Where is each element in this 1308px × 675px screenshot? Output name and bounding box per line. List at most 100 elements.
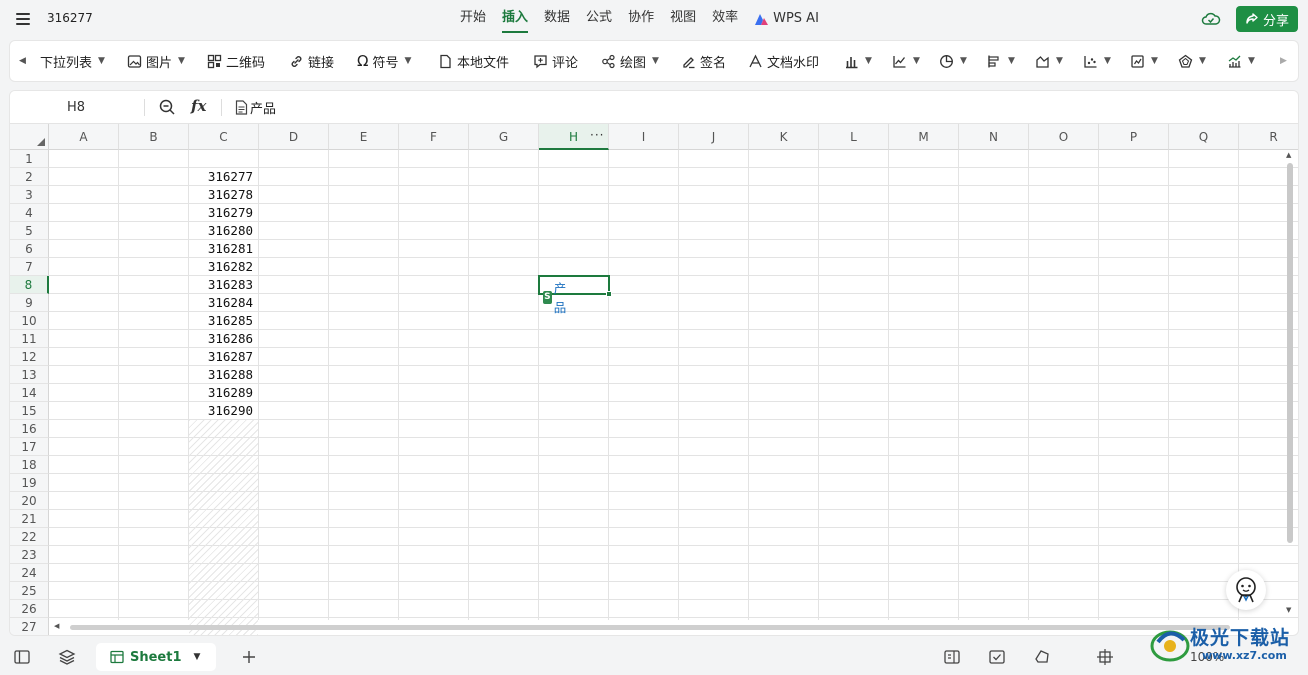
sparkline-button[interactable]: ▼ bbox=[1227, 41, 1255, 81]
layers-icon[interactable] bbox=[58, 648, 76, 666]
link-button[interactable]: 链接 bbox=[289, 41, 334, 81]
freeze-panes-icon[interactable] bbox=[1096, 648, 1114, 666]
row-header-12[interactable]: 12 bbox=[10, 348, 49, 366]
pie-chart-button[interactable]: ▼ bbox=[939, 41, 967, 81]
tab-formula[interactable]: 公式 bbox=[578, 0, 620, 38]
tab-start[interactable]: 开始 bbox=[452, 0, 494, 38]
column-header-e[interactable]: E bbox=[329, 124, 399, 150]
row-header-5[interactable]: 5 bbox=[10, 222, 49, 240]
cell-c5[interactable]: 316280 bbox=[189, 222, 255, 240]
cloud-tools-icon[interactable] bbox=[1033, 648, 1051, 666]
row-header-4[interactable]: 4 bbox=[10, 204, 49, 222]
chevron-down-icon[interactable]: ▼ bbox=[194, 652, 201, 662]
picture-button[interactable]: 图片 ▼ bbox=[127, 41, 185, 81]
horizontal-scroll-thumb[interactable] bbox=[70, 625, 1230, 630]
scroll-up-arrow-icon[interactable]: ▲ bbox=[1286, 151, 1291, 159]
formula-content[interactable]: 产品 bbox=[235, 98, 276, 117]
column-header-g[interactable]: G bbox=[469, 124, 539, 150]
column-header-i[interactable]: I bbox=[609, 124, 679, 150]
drawing-button[interactable]: 绘图 ▼ bbox=[601, 41, 659, 81]
select-all-corner[interactable] bbox=[10, 124, 49, 150]
row-header-27[interactable]: 27 bbox=[10, 618, 49, 635]
horizontal-bar-chart-button[interactable]: ▼ bbox=[987, 41, 1015, 81]
column-header-l[interactable]: L bbox=[819, 124, 889, 150]
cell-c4[interactable]: 316279 bbox=[189, 204, 255, 222]
cell-c3[interactable]: 316278 bbox=[189, 186, 255, 204]
scroll-down-arrow-icon[interactable]: ▼ bbox=[1286, 606, 1291, 614]
row-header-14[interactable]: 14 bbox=[10, 384, 49, 402]
column-header-p[interactable]: P bbox=[1099, 124, 1169, 150]
row-header-6[interactable]: 6 bbox=[10, 240, 49, 258]
cloud-saved-icon[interactable] bbox=[1201, 9, 1221, 29]
column-menu-icon[interactable]: ··· bbox=[590, 128, 604, 142]
sheet-tab-sheet1[interactable]: Sheet1 ▼ bbox=[96, 643, 216, 671]
cell-c7[interactable]: 316282 bbox=[189, 258, 255, 276]
row-header-1[interactable]: 1 bbox=[10, 150, 49, 168]
row-header-23[interactable]: 23 bbox=[10, 546, 49, 564]
row-header-24[interactable]: 24 bbox=[10, 564, 49, 582]
column-header-a[interactable]: A bbox=[49, 124, 119, 150]
column-header-o[interactable]: O bbox=[1029, 124, 1099, 150]
area-chart-button[interactable]: ▼ bbox=[1035, 41, 1063, 81]
cell-c2[interactable]: 316277 bbox=[189, 168, 255, 186]
cell-c11[interactable]: 316286 bbox=[189, 330, 255, 348]
column-header-b[interactable]: B bbox=[119, 124, 189, 150]
tab-efficiency[interactable]: 效率 bbox=[704, 0, 746, 38]
comment-button[interactable]: 评论 bbox=[533, 41, 578, 81]
column-header-c[interactable]: C bbox=[189, 124, 259, 150]
cell-c6[interactable]: 316281 bbox=[189, 240, 255, 258]
row-header-26[interactable]: 26 bbox=[10, 600, 49, 618]
vertical-scrollbar[interactable]: ▲ ▼ bbox=[1286, 151, 1293, 621]
tab-collaborate[interactable]: 协作 bbox=[620, 0, 662, 38]
row-header-13[interactable]: 13 bbox=[10, 366, 49, 384]
column-header-r[interactable]: R bbox=[1239, 124, 1298, 150]
row-header-25[interactable]: 25 bbox=[10, 582, 49, 600]
line-chart-button[interactable]: ▼ bbox=[892, 41, 920, 81]
cell-c13[interactable]: 316288 bbox=[189, 366, 255, 384]
toolbar-scroll-right-button[interactable]: ▶ bbox=[1280, 41, 1287, 81]
row-header-9[interactable]: 9 bbox=[10, 294, 49, 312]
column-header-m[interactable]: M bbox=[889, 124, 959, 150]
row-header-3[interactable]: 3 bbox=[10, 186, 49, 204]
column-header-q[interactable]: Q bbox=[1169, 124, 1239, 150]
row-header-22[interactable]: 22 bbox=[10, 528, 49, 546]
qrcode-button[interactable]: 二维码 bbox=[207, 41, 265, 81]
more-charts-button[interactable]: ▼ bbox=[1130, 41, 1158, 81]
row-header-18[interactable]: 18 bbox=[10, 456, 49, 474]
share-button[interactable]: 分享 bbox=[1236, 6, 1298, 32]
row-header-2[interactable]: 2 bbox=[10, 168, 49, 186]
assistant-avatar-button[interactable] bbox=[1226, 570, 1266, 610]
scatter-chart-button[interactable]: ▼ bbox=[1083, 41, 1111, 81]
column-header-d[interactable]: D bbox=[259, 124, 329, 150]
tab-data[interactable]: 数据 bbox=[536, 0, 578, 38]
cell-c9[interactable]: 316284 bbox=[189, 294, 255, 312]
vertical-scroll-thumb[interactable] bbox=[1287, 163, 1293, 543]
cell-h8[interactable]: S 产品 bbox=[543, 278, 571, 316]
cell-c10[interactable]: 316285 bbox=[189, 312, 255, 330]
cell-c14[interactable]: 316289 bbox=[189, 384, 255, 402]
cell-c15[interactable]: 316290 bbox=[189, 402, 255, 420]
row-header-17[interactable]: 17 bbox=[10, 438, 49, 456]
column-header-j[interactable]: J bbox=[679, 124, 749, 150]
cell-c8[interactable]: 316283 bbox=[189, 276, 255, 294]
hamburger-menu-icon[interactable] bbox=[14, 10, 32, 28]
sidebar-toggle-icon[interactable] bbox=[13, 648, 31, 666]
signature-button[interactable]: 签名 bbox=[681, 41, 726, 81]
row-header-15[interactable]: 15 bbox=[10, 402, 49, 420]
local-file-button[interactable]: 本地文件 bbox=[438, 41, 509, 81]
zoom-out-icon[interactable] bbox=[158, 98, 176, 116]
row-header-11[interactable]: 11 bbox=[10, 330, 49, 348]
row-header-20[interactable]: 20 bbox=[10, 492, 49, 510]
tab-insert[interactable]: 插入 bbox=[494, 0, 536, 38]
radar-chart-button[interactable]: ▼ bbox=[1178, 41, 1206, 81]
check-table-icon[interactable] bbox=[988, 648, 1006, 666]
dropdown-list-button[interactable]: 下拉列表 ▼ bbox=[40, 41, 105, 81]
symbol-button[interactable]: Ω 符号 ▼ bbox=[357, 41, 411, 81]
row-header-8[interactable]: 8 bbox=[10, 276, 49, 294]
add-sheet-icon[interactable] bbox=[240, 648, 258, 666]
row-header-21[interactable]: 21 bbox=[10, 510, 49, 528]
tab-view[interactable]: 视图 bbox=[662, 0, 704, 38]
scroll-left-arrow-icon[interactable]: ◀ bbox=[54, 622, 59, 630]
cell-c12[interactable]: 316287 bbox=[189, 348, 255, 366]
column-header-f[interactable]: F bbox=[399, 124, 469, 150]
